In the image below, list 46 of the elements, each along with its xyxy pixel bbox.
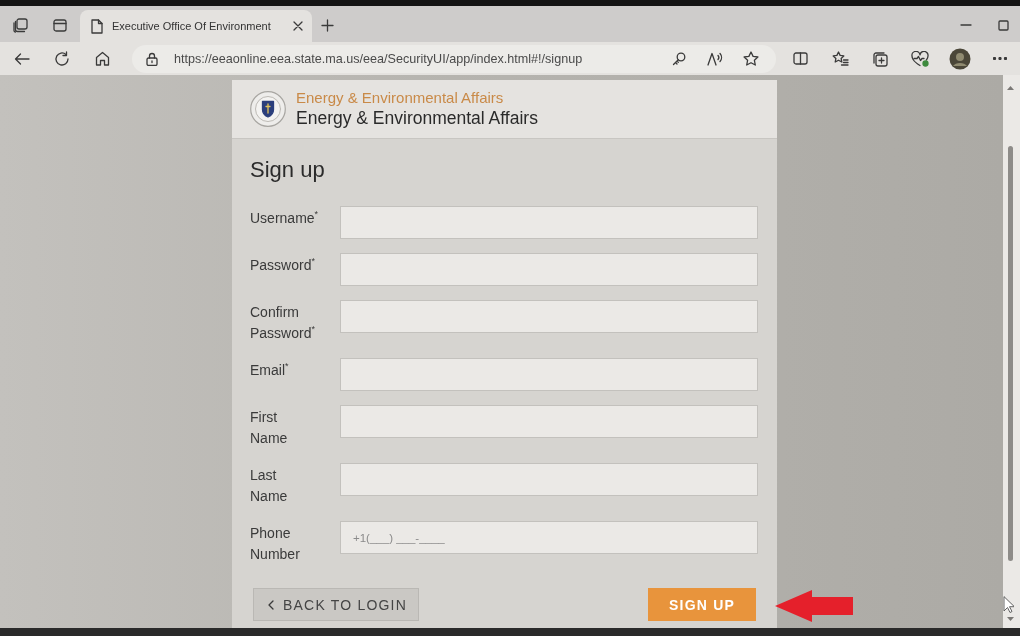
- collections-icon[interactable]: [872, 50, 888, 67]
- more-icon[interactable]: [993, 57, 1007, 60]
- profile-avatar[interactable]: [949, 47, 971, 70]
- form-title: Sign up: [250, 157, 325, 183]
- field-label: Confirm Password$^{*}$: [250, 303, 315, 343]
- cursor-icon: [1003, 596, 1014, 613]
- scrollbar[interactable]: [1003, 75, 1020, 628]
- field-label: Email$^{*}$: [250, 360, 289, 380]
- read-aloud-icon[interactable]: [707, 51, 723, 66]
- input-field[interactable]: [340, 300, 758, 333]
- scroll-down-icon[interactable]: [1006, 617, 1014, 621]
- tab-actions-icon[interactable]: [12, 17, 28, 33]
- input-field[interactable]: [340, 253, 758, 286]
- refresh-icon[interactable]: [54, 50, 70, 67]
- maximize-icon[interactable]: [997, 19, 1009, 31]
- home-icon[interactable]: [94, 51, 110, 66]
- address-bar[interactable]: https://eeaonline.eea.state.ma.us/eea/SecurityUI/app/index.html#!/signup: [132, 44, 776, 73]
- heart-pulse-icon[interactable]: [911, 50, 929, 67]
- document-icon[interactable]: [91, 18, 103, 34]
- favorites-list-icon[interactable]: [831, 51, 849, 66]
- field-label: Last Name: [250, 466, 288, 506]
- back-button[interactable]: BACK TO LOGIN: [253, 588, 419, 621]
- seal-icon: [250, 91, 286, 127]
- field-label: First Name: [250, 408, 288, 448]
- input-field[interactable]: [340, 463, 758, 496]
- plus-icon[interactable]: [320, 18, 334, 32]
- input-field[interactable]: +1(___) ___-____: [340, 521, 758, 554]
- field-label: Username$^{*}$: [250, 208, 319, 228]
- field-label: Phone Number: [250, 524, 300, 564]
- input-field[interactable]: [340, 206, 758, 239]
- browser-tab[interactable]: Executive Office Of Environment: [80, 10, 312, 42]
- input-field[interactable]: [340, 358, 758, 391]
- back-arrow-icon[interactable]: [14, 52, 30, 65]
- split-screen-icon[interactable]: [792, 52, 808, 65]
- window-icon[interactable]: [53, 18, 67, 32]
- app-name: Energy & Environmental Affairs: [296, 107, 538, 129]
- field-label: Password$^{*}$: [250, 255, 315, 275]
- star-icon[interactable]: [743, 51, 759, 66]
- close-icon[interactable]: [293, 21, 303, 31]
- caret-icon: [268, 599, 274, 610]
- scroll-up-icon[interactable]: [1006, 86, 1014, 90]
- org-name: Energy & Environmental Affairs: [296, 89, 504, 107]
- lock-icon[interactable]: [146, 51, 158, 66]
- input-field[interactable]: [340, 405, 758, 438]
- key-icon[interactable]: [672, 51, 686, 66]
- scrollbar-thumb[interactable]: [1007, 146, 1013, 561]
